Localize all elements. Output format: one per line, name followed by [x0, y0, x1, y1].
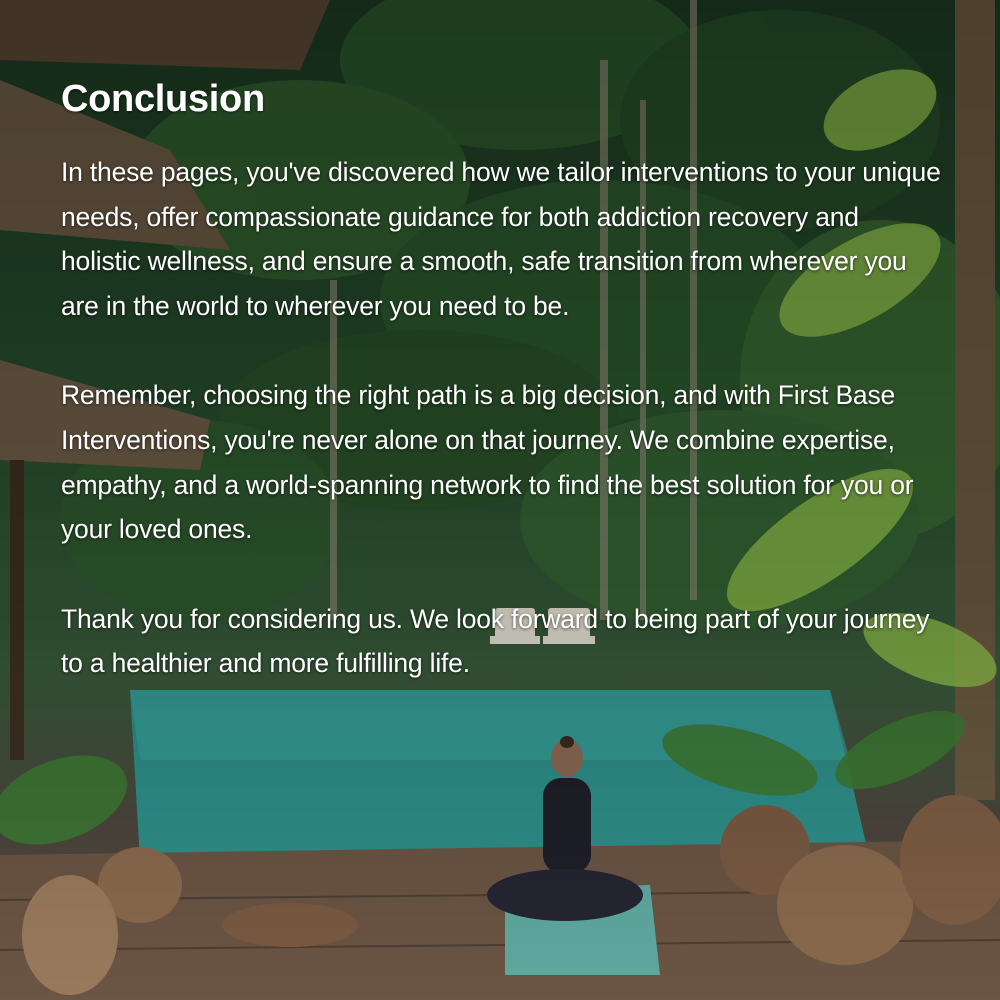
- paragraph-reminder: Remember, choosing the right path is a b…: [61, 380, 914, 545]
- paragraph-thanks: Thank you for considering us. We look fo…: [61, 603, 930, 679]
- paragraph-intro: In these pages, you've discovered how we…: [61, 157, 941, 321]
- conclusion-content: Conclusion In these pages, you've discov…: [61, 74, 941, 686]
- page-title: Conclusion: [61, 78, 265, 120]
